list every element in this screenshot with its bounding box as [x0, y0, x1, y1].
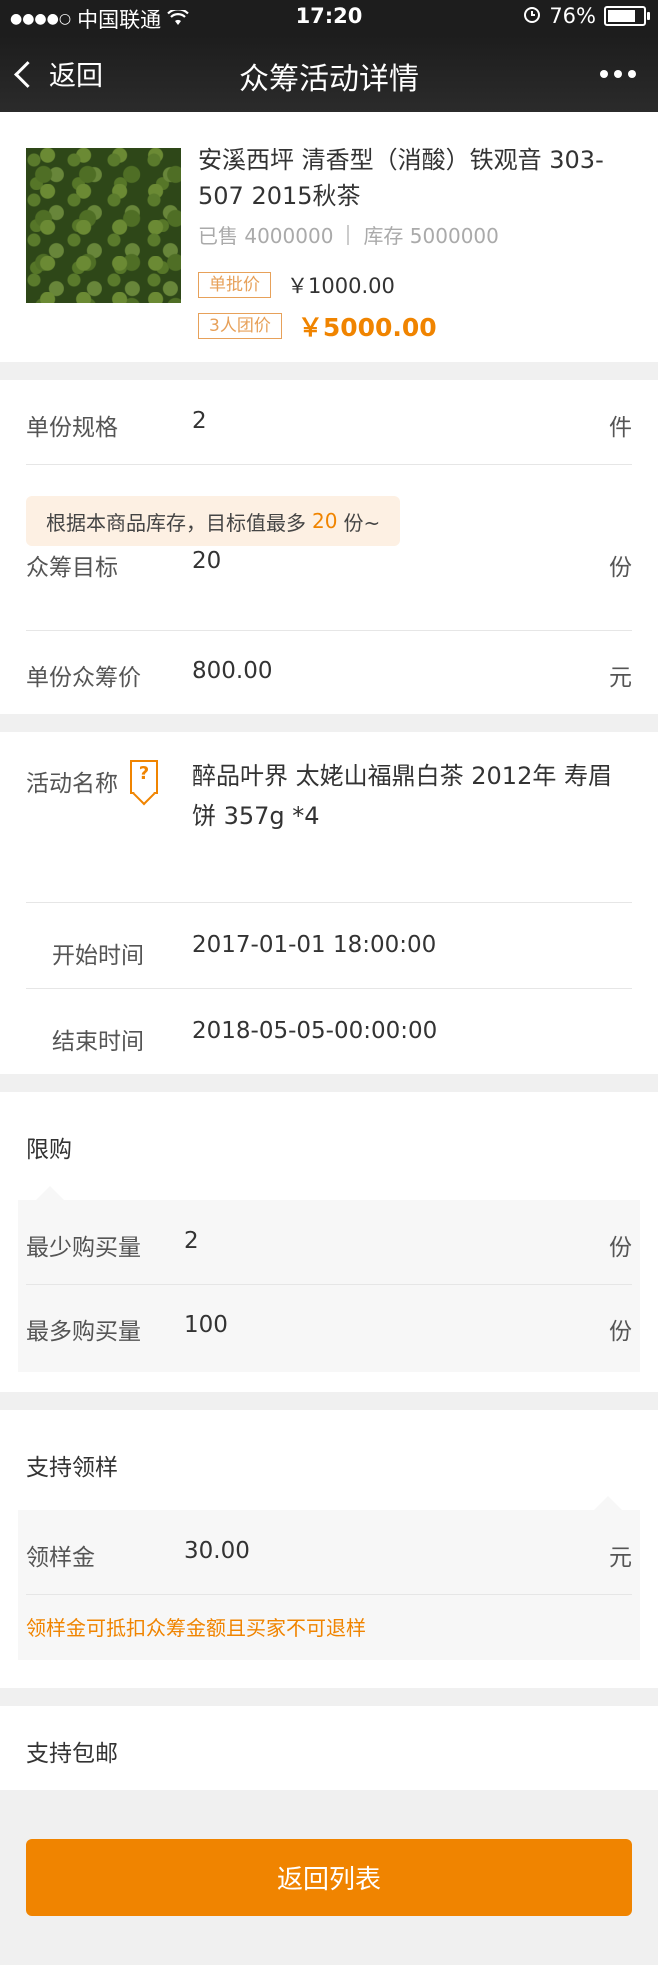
more-dot-icon: [600, 70, 608, 78]
max-purchase-value: 100: [184, 1312, 228, 1338]
alarm-icon: [523, 4, 541, 28]
group-price-row: 3人团价 ￥5000.00: [198, 308, 437, 344]
sample-title[interactable]: 支持领样: [26, 1448, 118, 1482]
start-time-row[interactable]: 开始时间 2017-01-01 18:00:00: [26, 904, 632, 989]
product-card: 安溪西坪 清香型（消酸）铁观音 303-507 2015秋茶 已售 400000…: [0, 112, 658, 362]
end-time-value: 2018-05-05-00:00:00: [192, 1018, 438, 1044]
sample-box: 领样金 30.00 元 领样金可抵扣众筹金额且买家不可退样: [18, 1510, 640, 1660]
target-label: 众筹目标: [26, 555, 118, 581]
more-button[interactable]: [600, 70, 636, 78]
min-purchase-label: 最少购买量: [26, 1235, 141, 1261]
group-price-tag: 3人团价: [198, 313, 282, 339]
sample-section: 支持领样 领样金 30.00 元 领样金可抵扣众筹金额且买家不可退样: [0, 1410, 658, 1688]
tip-prefix: 根据本商品库存，目标值最多: [46, 510, 306, 535]
battery-icon: [604, 6, 650, 26]
activity-name-value[interactable]: 醉品叶界 太姥山福鼎白茶 2012年 寿眉饼 357g *4: [192, 756, 632, 836]
divider: [26, 902, 632, 903]
unit-spec-value: 2: [192, 408, 207, 434]
price-unit: 元: [609, 665, 632, 691]
sample-fee-row[interactable]: 领样金 30.00 元: [26, 1510, 632, 1595]
pointer-arrow: [36, 1186, 64, 1200]
max-purchase-unit: 份: [609, 1319, 632, 1345]
single-price-row: 单批价 ￥1000.00: [198, 270, 395, 300]
min-purchase-unit: 份: [609, 1235, 632, 1261]
group-price: ￥5000.00: [297, 313, 437, 342]
max-purchase-row[interactable]: 最多购买量 100 份: [26, 1284, 632, 1368]
target-row[interactable]: 众筹目标 20 份: [26, 546, 632, 631]
help-icon[interactable]: ?: [130, 760, 158, 794]
target-value: 20: [192, 548, 222, 574]
limit-section: 限购 最少购买量 2 份 最多购买量 100 份: [0, 1092, 658, 1392]
nav-bar: 返回 众筹活动详情: [0, 36, 658, 112]
unit-spec-label: 单份规格: [26, 415, 118, 441]
single-price: ￥1000.00: [287, 274, 395, 298]
activity-name-label: 活动名称: [26, 771, 118, 797]
min-purchase-value: 2: [184, 1228, 199, 1254]
battery-percent: 76%: [549, 4, 596, 28]
status-right: 76%: [523, 4, 650, 28]
product-image: [26, 148, 181, 303]
back-to-list-button[interactable]: 返回列表: [26, 1839, 632, 1916]
single-price-tag: 单批价: [198, 272, 271, 298]
limit-box: 最少购买量 2 份 最多购买量 100 份: [18, 1200, 640, 1372]
start-time-label: 开始时间: [52, 943, 144, 969]
activity-section: 活动名称 ? 醉品叶界 太姥山福鼎白茶 2012年 寿眉饼 357g *4 开始…: [0, 732, 658, 1074]
shipping-section[interactable]: 支持包邮: [0, 1706, 658, 1790]
sample-fee-label: 领样金: [26, 1545, 95, 1571]
pointer-arrow: [594, 1496, 622, 1510]
more-dot-icon: [628, 70, 636, 78]
status-bar: ●●●●○ 中国联通 17:20 76%: [0, 0, 658, 36]
more-dot-icon: [614, 70, 622, 78]
target-unit: 份: [609, 555, 632, 581]
price-label: 单份众筹价: [26, 665, 141, 691]
tip-value: 20: [312, 509, 338, 533]
stock-tip: 根据本商品库存，目标值最多 20 份~: [26, 496, 401, 546]
end-time-row[interactable]: 结束时间 2018-05-05-00:00:00: [26, 990, 632, 1074]
max-purchase-label: 最多购买量: [26, 1319, 141, 1345]
price-row[interactable]: 单份众筹价 800.00 元: [26, 630, 632, 714]
unit-spec-unit: 件: [609, 415, 632, 441]
price-value: 800.00: [192, 658, 273, 684]
end-time-label: 结束时间: [52, 1029, 144, 1055]
tip-suffix: 份~: [343, 510, 381, 535]
min-purchase-row[interactable]: 最少购买量 2 份: [26, 1200, 632, 1285]
limit-title[interactable]: 限购: [26, 1130, 72, 1164]
stock-count: 库存 5000000: [363, 224, 499, 248]
spec-section: 单份规格 2 件 根据本商品库存，目标值最多 20 份~ 众筹目标 20 份 单…: [0, 380, 658, 714]
sample-fee-unit: 元: [609, 1545, 632, 1571]
unit-spec-row[interactable]: 单份规格 2 件: [26, 380, 632, 465]
page-title: 众筹活动详情: [239, 62, 419, 97]
start-time-value: 2017-01-01 18:00:00: [192, 932, 437, 958]
product-name: 安溪西坪 清香型（消酸）铁观音 303-507 2015秋茶: [198, 146, 604, 210]
meta-divider: [347, 224, 350, 245]
shipping-title: 支持包邮: [26, 1741, 118, 1767]
sample-fee-value: 30.00: [184, 1538, 250, 1564]
sample-note: 领样金可抵扣众筹金额且买家不可退样: [26, 1616, 366, 1640]
sold-count: 已售 4000000: [198, 224, 334, 248]
product-meta: 已售 4000000 库存 5000000: [198, 220, 499, 249]
